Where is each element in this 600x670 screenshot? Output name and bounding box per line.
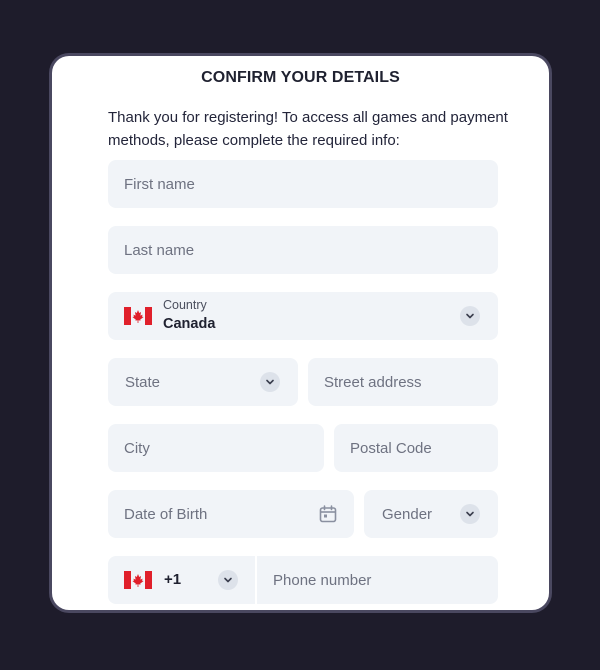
form-intro: Thank you for registering! To access all…	[108, 109, 508, 149]
date-of-birth-placeholder: Date of Birth	[124, 505, 208, 523]
form-title: CONFIRM YOUR DETAILS	[201, 69, 400, 86]
country-select[interactable]: Country Canada	[108, 292, 498, 340]
phone-code-select[interactable]: +1	[108, 556, 255, 604]
canada-flag-icon	[124, 571, 152, 589]
postal-code-field[interactable]: Postal Code	[334, 424, 498, 472]
street-address-field[interactable]: Street address	[308, 358, 498, 406]
city-placeholder: City	[124, 439, 150, 457]
chevron-down-icon	[460, 306, 480, 326]
first-name-placeholder: First name	[124, 175, 195, 193]
last-name-field[interactable]: Last name	[108, 226, 498, 274]
gender-placeholder: Gender	[382, 505, 433, 523]
country-value: Canada	[163, 316, 216, 332]
street-address-placeholder: Street address	[324, 373, 422, 391]
country-label: Country	[163, 298, 207, 312]
state-select[interactable]: State	[108, 358, 298, 406]
phone-number-input[interactable]: Phone number	[257, 556, 498, 604]
gender-select[interactable]: Gender	[364, 490, 498, 538]
phone-field: +1 Phone number	[108, 556, 498, 604]
chevron-down-icon	[218, 570, 238, 590]
state-placeholder: State	[125, 373, 161, 391]
phone-country-code: +1	[164, 571, 182, 588]
phone-number-placeholder: Phone number	[273, 571, 372, 589]
last-name-placeholder: Last name	[124, 241, 195, 259]
chevron-down-icon	[460, 504, 480, 524]
first-name-field[interactable]: First name	[108, 160, 498, 208]
modal-frame: CONFIRM YOUR DETAILS Thank you for regis…	[49, 53, 552, 613]
canada-flag-icon	[124, 307, 152, 325]
date-of-birth-field[interactable]: Date of Birth	[108, 490, 354, 538]
city-field[interactable]: City	[108, 424, 324, 472]
postal-code-placeholder: Postal Code	[350, 439, 432, 457]
chevron-down-icon	[260, 372, 280, 392]
details-card: CONFIRM YOUR DETAILS Thank you for regis…	[52, 56, 549, 610]
calendar-icon[interactable]	[318, 504, 338, 524]
